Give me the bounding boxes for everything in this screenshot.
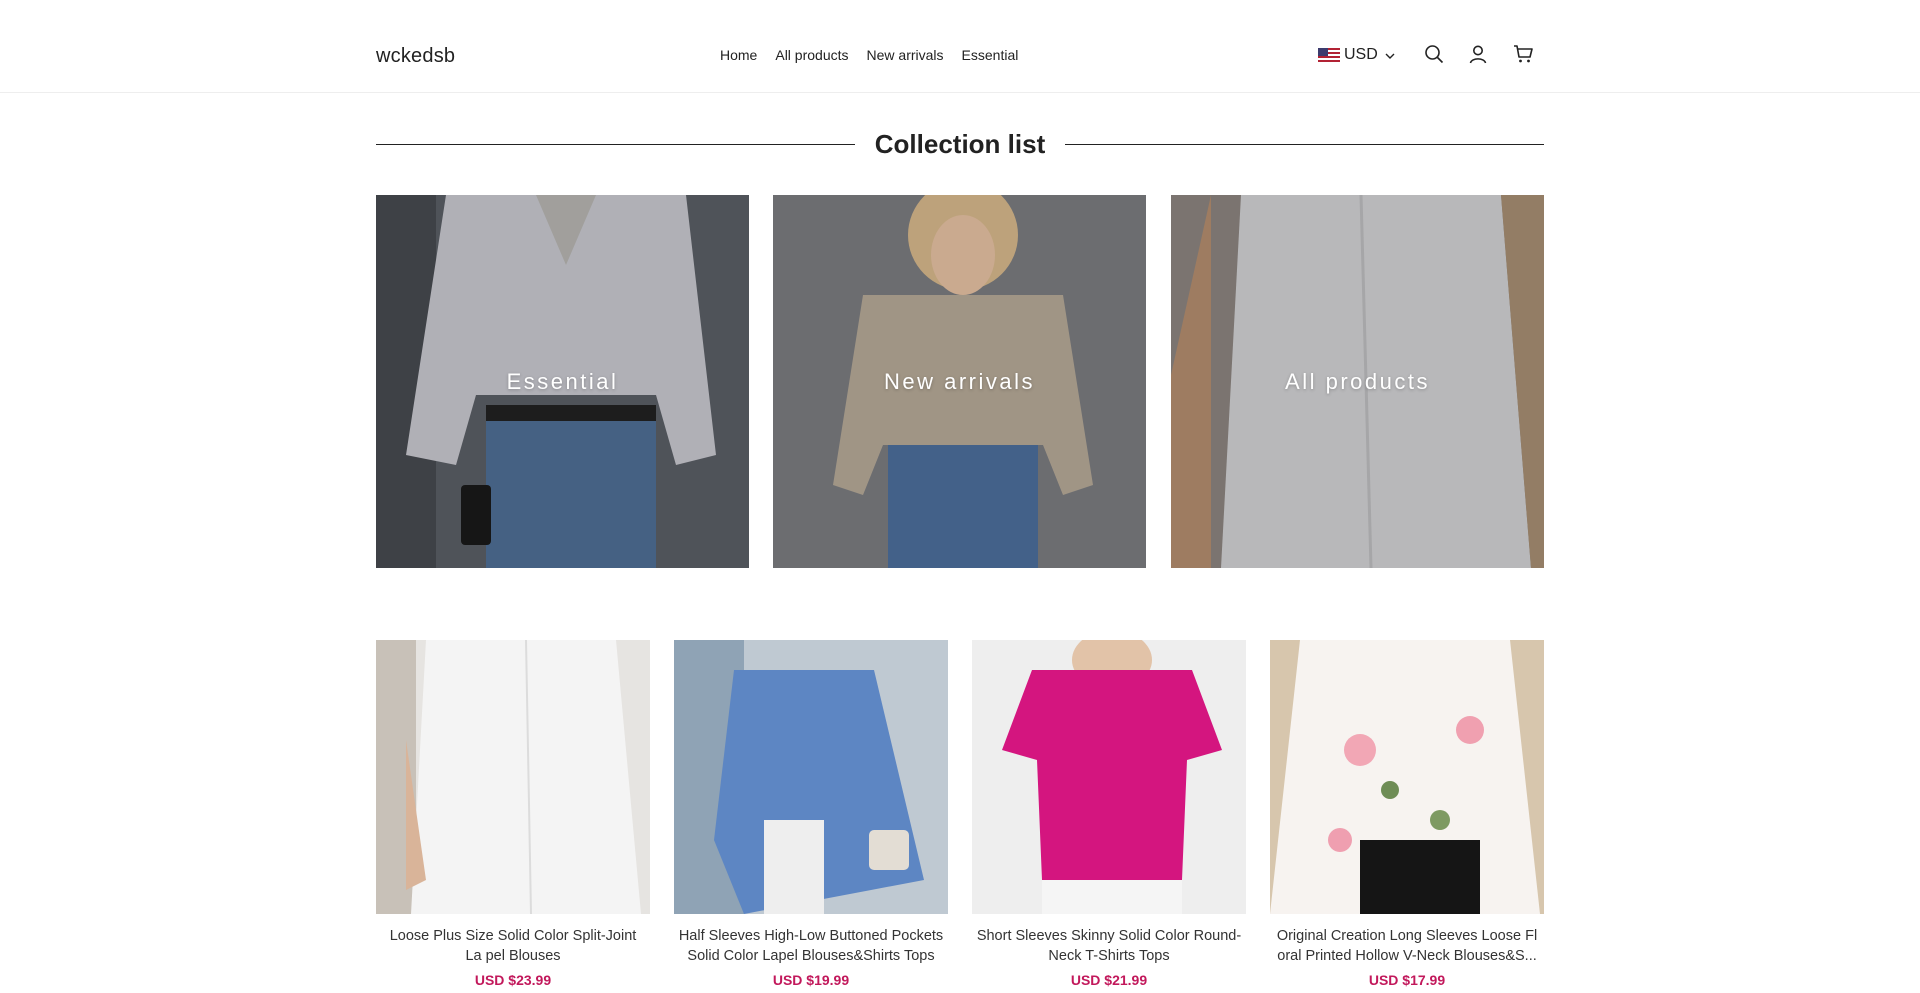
product-card[interactable]: Short Sleeves Skinny Solid Color Round-N…	[972, 640, 1246, 988]
currency-selector[interactable]: USD	[1318, 46, 1396, 64]
product-price: USD $23.99	[474, 972, 552, 988]
product-image[interactable]	[674, 640, 948, 914]
product-price: USD $19.99	[772, 972, 850, 988]
divider-right	[1065, 143, 1544, 145]
currency-label: USD	[1344, 46, 1378, 63]
collection-label: Essential	[506, 368, 619, 394]
chevron-down-icon	[1384, 49, 1396, 61]
collection-list-heading: Collection list	[376, 128, 1544, 160]
product-card[interactable]: Original Creation Long Sleeves Loose Fl …	[1270, 640, 1544, 988]
collection-label: All products	[1285, 368, 1430, 394]
divider-left	[376, 143, 855, 145]
product-title[interactable]: Short Sleeves Skinny Solid Color Round-N…	[972, 926, 1246, 966]
store-logo[interactable]: wckedsb	[376, 45, 455, 68]
collection-label: New arrivals	[883, 368, 1036, 394]
nav-home[interactable]: Home	[720, 47, 757, 63]
flag-us-icon	[1318, 48, 1340, 62]
product-image[interactable]	[1270, 640, 1544, 914]
product-price: USD $17.99	[1368, 972, 1446, 988]
product-image[interactable]	[972, 640, 1246, 914]
collection-tile-essential[interactable]: Essential	[376, 195, 749, 568]
product-card[interactable]: Loose Plus Size Solid Color Split-Joint …	[376, 640, 650, 988]
product-title[interactable]: Half Sleeves High-Low Buttoned Pockets S…	[674, 926, 948, 966]
product-title[interactable]: Loose Plus Size Solid Color Split-Joint …	[376, 926, 650, 966]
section-title: Collection list	[874, 128, 1046, 159]
product-card[interactable]: Half Sleeves High-Low Buttoned Pockets S…	[674, 640, 948, 988]
site-header: wckedsb Home All products New arrivals E…	[0, 0, 1920, 93]
collection-tile-all-products[interactable]: All products	[1171, 195, 1544, 568]
nav-essential[interactable]: Essential	[962, 47, 1019, 63]
search-icon[interactable]	[1423, 43, 1445, 65]
nav-all-products[interactable]: All products	[775, 47, 848, 63]
product-price: USD $21.99	[1070, 972, 1148, 988]
nav-new-arrivals[interactable]: New arrivals	[867, 47, 944, 63]
cart-icon[interactable]	[1512, 43, 1534, 65]
main-nav: Home All products New arrivals Essential	[720, 47, 1036, 63]
account-icon[interactable]	[1467, 43, 1489, 65]
collection-tile-new-arrivals[interactable]: New arrivals	[773, 195, 1146, 568]
product-title[interactable]: Original Creation Long Sleeves Loose Fl …	[1270, 926, 1544, 966]
product-image[interactable]	[376, 640, 650, 914]
